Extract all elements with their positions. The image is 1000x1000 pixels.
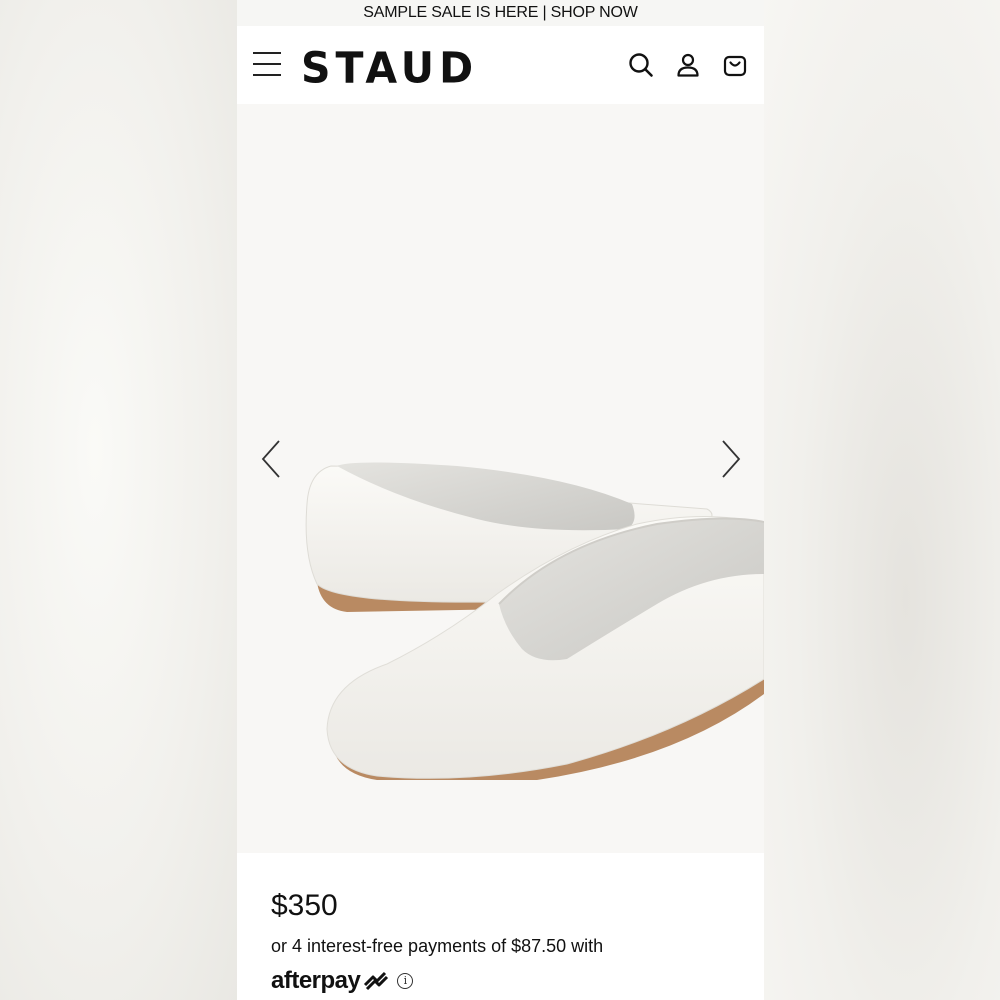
product-info: $350 or 4 interest-free payments of $87.… xyxy=(237,853,764,1000)
product-image xyxy=(305,462,764,780)
brand-logo[interactable]: STAUD xyxy=(301,43,478,93)
afterpay-label: afterpay xyxy=(271,967,361,994)
mobile-page: SAMPLE SALE IS HERE | SHOP NOW STAUD $35… xyxy=(237,0,764,1000)
installments-text: or 4 interest-free payments of $87.50 wi… xyxy=(271,936,604,956)
afterpay-logo[interactable]: afterpay i xyxy=(271,967,414,995)
menu-icon[interactable] xyxy=(253,52,283,78)
account-icon[interactable] xyxy=(675,52,701,78)
product-image-gallery[interactable] xyxy=(237,104,764,853)
chevron-right-icon[interactable] xyxy=(715,437,745,481)
site-header: STAUD xyxy=(237,26,764,104)
info-icon[interactable]: i xyxy=(397,973,414,989)
cart-icon[interactable] xyxy=(722,52,748,78)
search-icon[interactable] xyxy=(628,52,654,78)
afterpay-arrows-icon xyxy=(364,971,389,991)
background-left xyxy=(0,0,237,1000)
background-right xyxy=(764,0,1000,1000)
promo-banner[interactable]: SAMPLE SALE IS HERE | SHOP NOW xyxy=(237,0,764,26)
promo-text[interactable]: SAMPLE SALE IS HERE | SHOP NOW xyxy=(363,4,638,22)
product-price: $350 xyxy=(271,889,338,922)
chevron-left-icon[interactable] xyxy=(257,437,287,481)
